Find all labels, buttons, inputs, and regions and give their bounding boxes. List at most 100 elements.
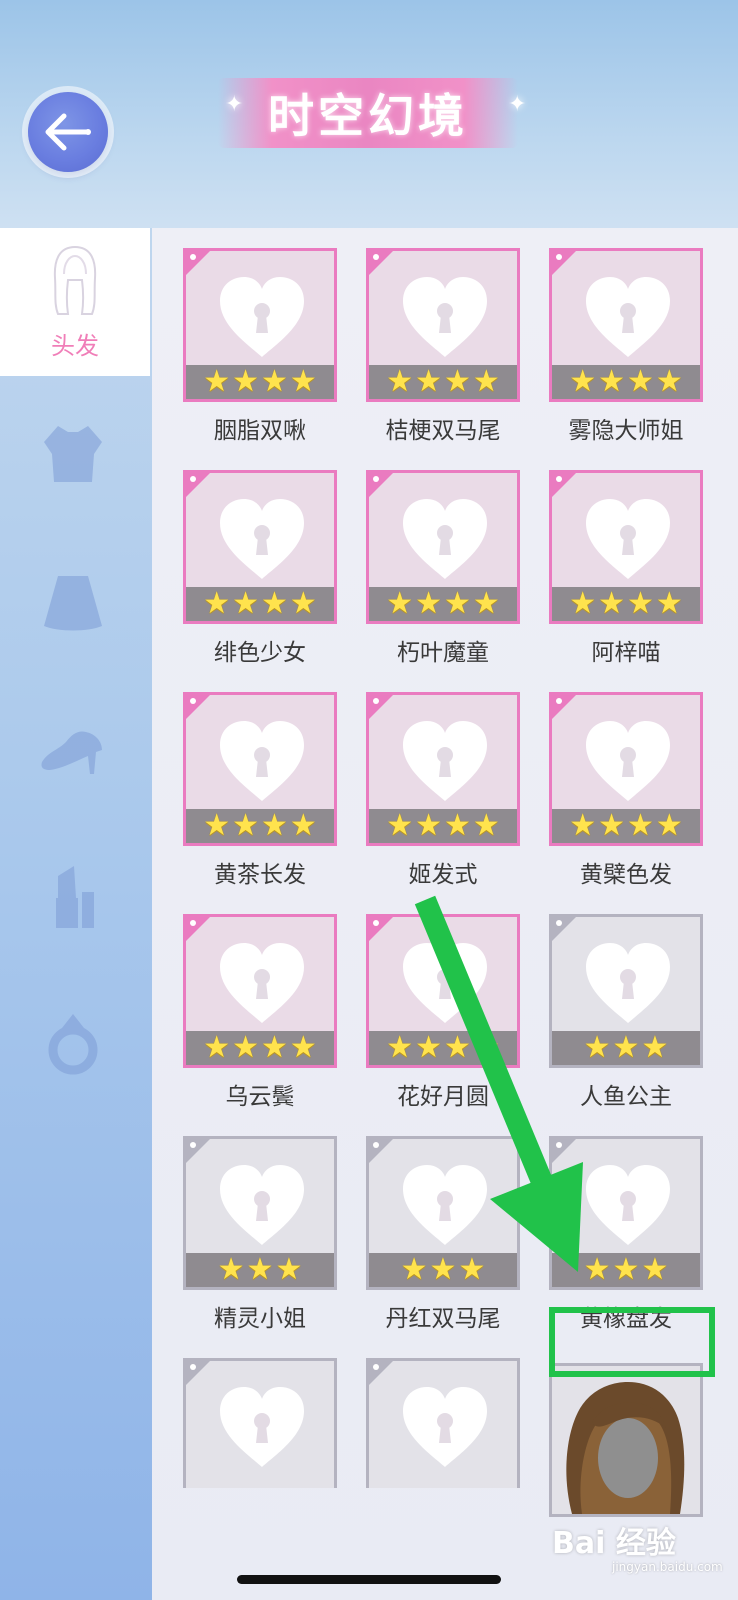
- corner-dot-icon: [190, 920, 196, 926]
- corner-dot-icon: [373, 698, 379, 704]
- star-rating: ★ ★ ★ ★: [369, 365, 517, 399]
- item-card[interactable]: ★ ★ ★ ★: [366, 248, 520, 402]
- sparkle-icon: ✦: [225, 92, 244, 117]
- star-icon: ★: [444, 1030, 471, 1065]
- back-arrow-icon: [45, 113, 91, 151]
- item-card[interactable]: ★ ★ ★ ★: [366, 470, 520, 624]
- item-card[interactable]: ★ ★ ★: [183, 1136, 337, 1290]
- star-icon: ★: [458, 1252, 486, 1287]
- locked-heart-icon: [216, 495, 308, 587]
- locked-heart-icon: [399, 939, 491, 1031]
- star-icon: ★: [275, 1252, 303, 1287]
- item-name: 桔梗双马尾: [385, 418, 501, 444]
- shoes-icon[interactable]: [38, 712, 108, 782]
- star-icon: ★: [400, 1252, 428, 1287]
- corner-dot-icon: [190, 254, 196, 260]
- item-name: 乌云鬓: [225, 1084, 295, 1110]
- star-icon: ★: [472, 364, 500, 399]
- top-icon[interactable]: [38, 420, 108, 490]
- item-name: 黄檗色发: [580, 862, 672, 888]
- star-icon: ★: [655, 808, 683, 843]
- corner-dot-icon: [556, 1142, 562, 1148]
- locked-heart-icon: [216, 939, 308, 1031]
- star-icon: ★: [203, 586, 231, 621]
- star-icon: ★: [289, 808, 317, 843]
- makeup-icon[interactable]: [38, 862, 108, 932]
- star-icon: ★: [289, 1030, 317, 1065]
- ring-icon[interactable]: [38, 1008, 108, 1078]
- star-rating: ★ ★ ★ ★: [552, 365, 700, 399]
- star-icon: ★: [261, 586, 288, 621]
- item-card-hair-preview[interactable]: [549, 1363, 703, 1517]
- corner-tag: [185, 1360, 211, 1386]
- corner-tag: [368, 1360, 394, 1386]
- corner-dot-icon: [373, 920, 379, 926]
- item-card[interactable]: ★ ★ ★ ★: [183, 692, 337, 846]
- corner-dot-icon: [190, 698, 196, 704]
- item-card[interactable]: ★ ★ ★: [549, 1136, 703, 1290]
- item-card[interactable]: ★ ★ ★ ★: [366, 692, 520, 846]
- home-indicator[interactable]: [237, 1575, 501, 1584]
- corner-tag: [368, 1138, 394, 1164]
- corner-dot-icon: [373, 476, 379, 482]
- corner-tag: [551, 250, 577, 276]
- category-sidebar: 头发: [0, 228, 152, 1600]
- watermark: Bai 经验: [552, 1526, 676, 1561]
- item-name: 绯色少女: [214, 640, 306, 666]
- item-card[interactable]: ★ ★ ★ ★: [366, 914, 520, 1068]
- star-icon: ★: [641, 1030, 669, 1065]
- back-button[interactable]: [28, 92, 108, 172]
- item-name: 胭脂双啾: [214, 418, 306, 444]
- star-icon: ★: [386, 1030, 414, 1065]
- page-title: 时空幻境: [268, 89, 468, 143]
- item-card[interactable]: ★ ★ ★ ★: [549, 248, 703, 402]
- item-card[interactable]: ★ ★ ★ ★: [549, 692, 703, 846]
- item-card[interactable]: ★ ★ ★ ★: [183, 914, 337, 1068]
- star-icon: ★: [569, 586, 597, 621]
- star-icon: ★: [598, 364, 625, 399]
- locked-heart-icon: [399, 273, 491, 365]
- star-icon: ★: [386, 586, 414, 621]
- locked-heart-icon: [582, 939, 674, 1031]
- item-name: 花好月圆: [397, 1084, 489, 1110]
- corner-dot-icon: [556, 698, 562, 704]
- star-icon: ★: [386, 364, 414, 399]
- star-icon: ★: [569, 364, 597, 399]
- star-rating: ★ ★ ★ ★: [186, 809, 334, 843]
- star-icon: ★: [655, 586, 683, 621]
- star-rating: ★ ★ ★ ★: [369, 809, 517, 843]
- item-card[interactable]: ★ ★ ★: [549, 914, 703, 1068]
- tab-hair[interactable]: 头发: [0, 228, 150, 376]
- locked-heart-icon: [582, 273, 674, 365]
- watermark-url: jingyan.baidu.com: [612, 1560, 723, 1574]
- star-icon: ★: [232, 364, 259, 399]
- locked-heart-icon: [216, 717, 308, 809]
- title-banner: 时空幻境: [218, 78, 518, 148]
- star-icon: ★: [261, 364, 288, 399]
- item-card[interactable]: ★ ★ ★ ★: [549, 470, 703, 624]
- star-rating: ★ ★ ★ ★: [186, 1031, 334, 1065]
- item-name: 黄茶长发: [214, 862, 306, 888]
- star-icon: ★: [203, 1030, 231, 1065]
- star-icon: ★: [627, 586, 654, 621]
- item-card[interactable]: [183, 1358, 337, 1488]
- item-card[interactable]: ★ ★ ★ ★: [183, 248, 337, 402]
- star-icon: ★: [232, 586, 259, 621]
- star-icon: ★: [261, 1030, 288, 1065]
- skirt-icon[interactable]: [38, 568, 108, 638]
- corner-tag: [185, 250, 211, 276]
- star-icon: ★: [415, 364, 442, 399]
- item-card[interactable]: ★ ★ ★ ★: [183, 470, 337, 624]
- star-rating: ★ ★ ★ ★: [369, 1031, 517, 1065]
- sparkle-icon: ✦: [508, 92, 527, 117]
- locked-heart-icon: [582, 1161, 674, 1253]
- highlight-box: [549, 1307, 715, 1377]
- star-icon: ★: [583, 1252, 611, 1287]
- item-card[interactable]: [366, 1358, 520, 1488]
- corner-tag: [185, 472, 211, 498]
- star-icon: ★: [289, 586, 317, 621]
- corner-tag: [368, 472, 394, 498]
- item-card[interactable]: ★ ★ ★: [366, 1136, 520, 1290]
- corner-tag: [368, 916, 394, 942]
- locked-heart-icon: [582, 717, 674, 809]
